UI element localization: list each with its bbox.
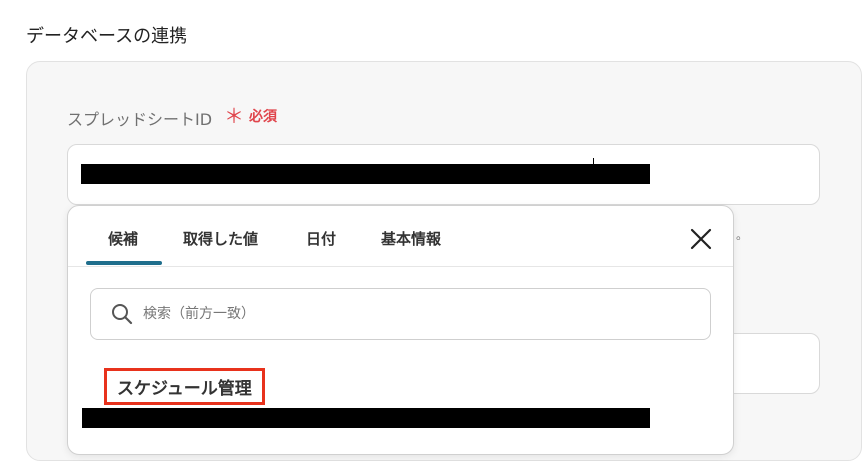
search-input[interactable] [141, 305, 645, 323]
tab-date[interactable]: 日付 [306, 228, 336, 249]
redacted-value [81, 164, 650, 184]
picker-tabs: 候補 取得した値 日付 基本情報 [68, 206, 733, 267]
text-cursor [593, 158, 594, 168]
field-hint-tail: 。 [736, 228, 749, 242]
field-label-spreadsheet-id: スプレッドシートID [67, 110, 213, 129]
required-text: 必須 [249, 109, 277, 125]
tab-retrieved-values[interactable]: 取得した値 [183, 228, 258, 249]
active-tab-underline [86, 261, 162, 265]
search-icon [111, 303, 133, 325]
required-indicator: ＊ 必須 [224, 106, 277, 126]
redacted-list-value [82, 408, 650, 428]
tab-basic-info[interactable]: 基本情報 [381, 228, 441, 249]
search-field[interactable] [90, 288, 711, 340]
tab-candidates[interactable]: 候補 [108, 228, 138, 249]
required-star: ＊ [224, 104, 244, 128]
list-item-schedule[interactable]: スケジュール管理 [104, 368, 265, 405]
section-title: データベースの連携 [26, 26, 188, 47]
close-icon[interactable] [688, 226, 714, 252]
